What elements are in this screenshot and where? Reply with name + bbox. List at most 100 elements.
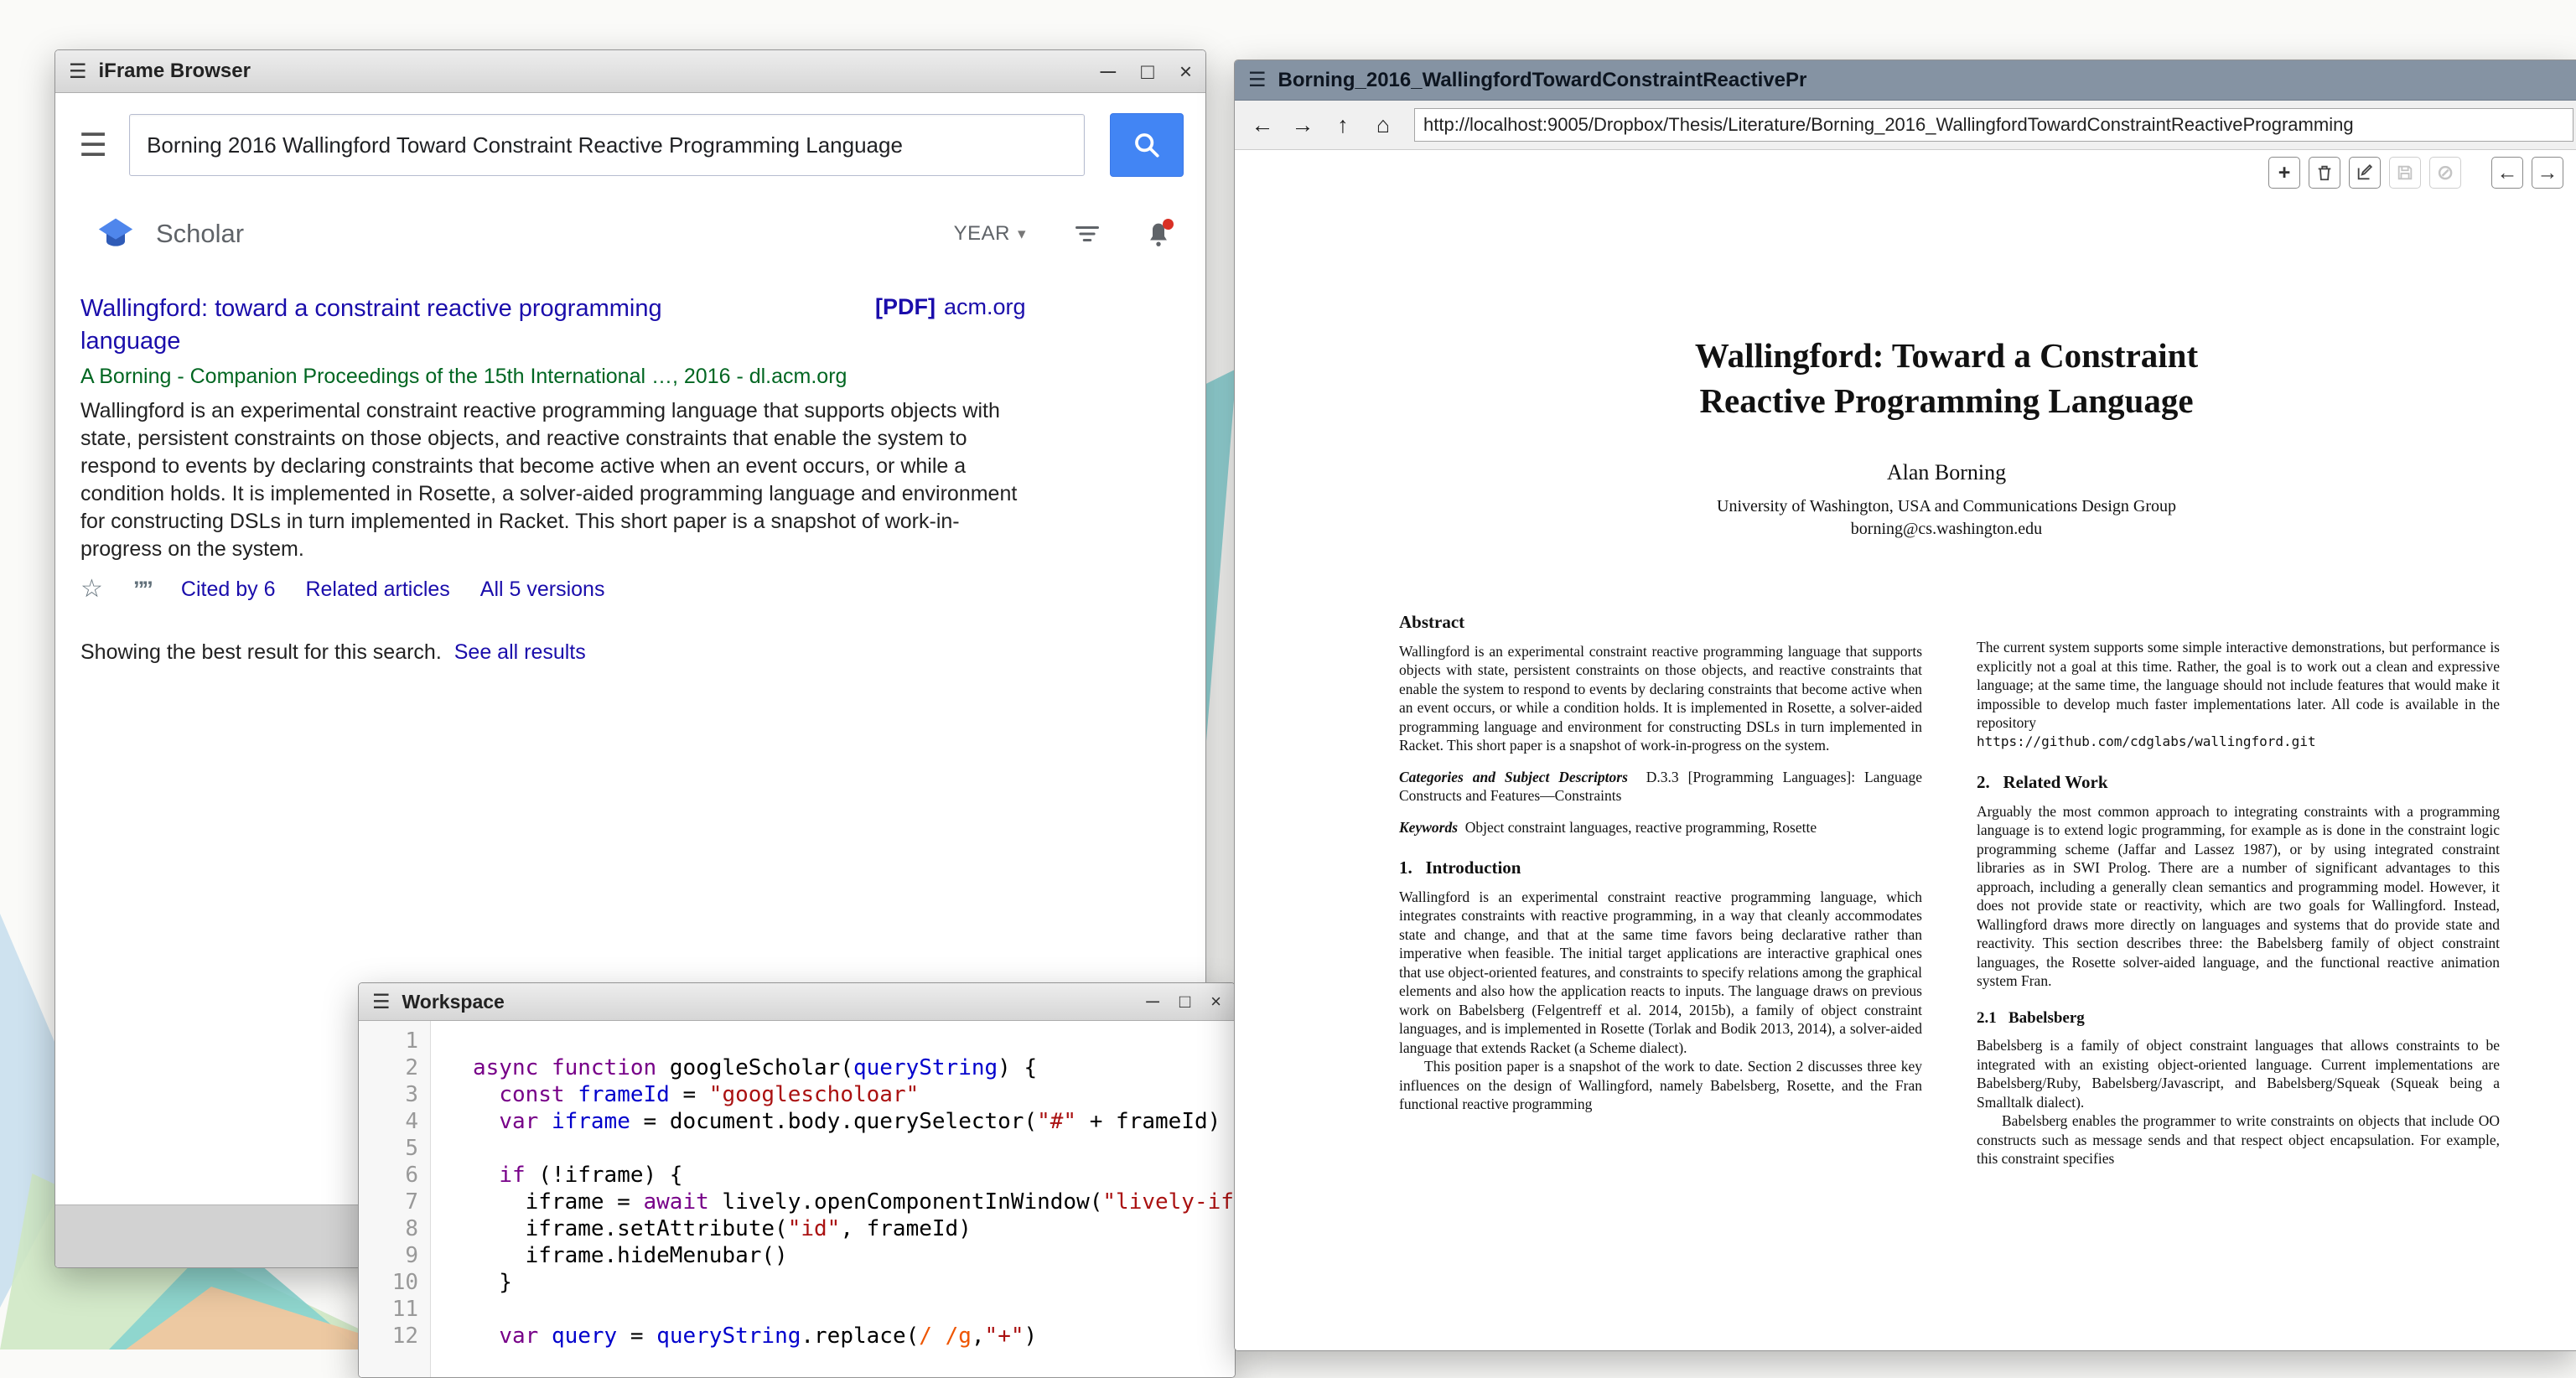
up-icon: ↑	[1337, 112, 1349, 138]
pdf-titlebar[interactable]: ☰ Borning_2016_WallingfordTowardConstrai…	[1235, 60, 2576, 101]
related-articles-link[interactable]: Related articles	[305, 578, 449, 602]
previous-page-button[interactable]: ←	[2491, 157, 2523, 189]
scholar-brand[interactable]: Scholar	[156, 219, 244, 249]
trash-icon	[2315, 163, 2334, 182]
browser-searchbar: ☰	[55, 93, 1205, 190]
up-button[interactable]: ↑	[1325, 107, 1361, 142]
pdf-source-link[interactable]: [PDF] acm.org	[875, 294, 1026, 320]
footer-text: Showing the best result for this search.	[80, 640, 442, 664]
code-line[interactable]	[473, 1135, 1235, 1162]
search-result: Wallingford: toward a constraint reactiv…	[80, 293, 1175, 602]
cited-by-link[interactable]: Cited by 6	[181, 578, 276, 602]
notification-dot	[1163, 219, 1174, 230]
all-versions-link[interactable]: All 5 versions	[480, 578, 605, 602]
scholar-logo-icon[interactable]	[97, 216, 134, 251]
workspace-titlebar[interactable]: ☰ Workspace ─ □ ×	[359, 983, 1235, 1021]
code-line[interactable]: iframe.hideMenubar()	[473, 1242, 1235, 1269]
window-menu-icon[interactable]: ☰	[1248, 68, 1267, 92]
paper-title-line-1: Wallingford: Toward a Constraint	[1248, 333, 2576, 378]
code-line[interactable]	[473, 1028, 1235, 1054]
chevron-down-icon: ▾	[1018, 225, 1026, 244]
line-number: 1	[359, 1028, 418, 1054]
hamburger-menu-icon[interactable]: ☰	[79, 127, 107, 164]
filter-button[interactable]	[1075, 223, 1100, 245]
next-page-button[interactable]: →	[2532, 157, 2563, 189]
search-button[interactable]	[1110, 113, 1184, 177]
pdf-content-area[interactable]: Wallingford: Toward a Constraint Reactiv…	[1235, 195, 2576, 1350]
code-lines[interactable]: async function googleScholar(queryString…	[431, 1021, 1235, 1377]
categories-label: Categories and Subject Descriptors	[1399, 769, 1628, 785]
back-button[interactable]: ←	[1245, 107, 1280, 142]
window-menu-icon[interactable]: ☰	[372, 990, 391, 1014]
paper-left-column: Abstract Wallingford is an experimental …	[1399, 613, 1922, 1168]
line-number: 2	[359, 1054, 418, 1081]
paper-right-column: The current system supports some simple …	[1977, 613, 2500, 1168]
see-all-results-link[interactable]: See all results	[454, 640, 586, 664]
window-title: Borning_2016_WallingfordTowardConstraint…	[1278, 69, 1807, 92]
iframe-browser-titlebar[interactable]: ☰ iFrame Browser ─ □ ×	[55, 50, 1205, 93]
close-icon[interactable]: ×	[1210, 992, 1221, 1011]
year-filter-dropdown[interactable]: YEAR ▾	[954, 222, 1026, 246]
result-title-line-2: language	[80, 325, 835, 358]
cancel-button[interactable]: ⊘	[2429, 157, 2461, 189]
minimize-icon[interactable]: ─	[1101, 60, 1116, 82]
line-number: 10	[359, 1269, 418, 1296]
code-line[interactable]: }	[473, 1269, 1235, 1296]
filter-icon	[1075, 223, 1100, 245]
line-number: 8	[359, 1215, 418, 1242]
categories-line: Categories and Subject Descriptors D.3.3…	[1399, 768, 1922, 806]
delete-button[interactable]	[2309, 157, 2340, 189]
line-number: 7	[359, 1189, 418, 1215]
paper-affiliation: University of Washington, USA and Commun…	[1248, 497, 2576, 516]
search-icon	[1133, 131, 1161, 159]
close-icon[interactable]: ×	[1179, 60, 1192, 82]
code-gutter: 123456789101112	[359, 1021, 431, 1377]
pdf-viewer-window: ☰ Borning_2016_WallingfordTowardConstrai…	[1234, 60, 2576, 1351]
abstract-text: Wallingford is an experimental constrain…	[1399, 642, 1922, 755]
code-line[interactable]: const frameId = "googlescholoar"	[473, 1081, 1235, 1108]
scholar-header: Scholar YEAR ▾	[80, 199, 1175, 269]
code-line[interactable]: if (!iframe) {	[473, 1162, 1235, 1189]
home-button[interactable]: ⌂	[1366, 107, 1401, 142]
edit-button[interactable]	[2349, 157, 2381, 189]
result-snippet: Wallingford is an experimental constrain…	[80, 397, 1026, 563]
babelsberg-heading: 2.1 Babelsberg	[1977, 1009, 2500, 1028]
add-button[interactable]: +	[2268, 157, 2300, 189]
home-icon: ⌂	[1376, 112, 1390, 138]
pdf-navbar: ← → ↑ ⌂	[1235, 101, 2576, 150]
code-line[interactable]: async function googleScholar(queryString…	[473, 1054, 1235, 1081]
next-page-icon: →	[2537, 161, 2558, 185]
forward-button[interactable]: →	[1285, 107, 1320, 142]
code-line[interactable]: var query = queryString.replace(/ /g,"+"…	[473, 1323, 1235, 1350]
year-filter-label: YEAR	[954, 222, 1010, 246]
plus-icon: +	[2278, 161, 2291, 185]
cite-icon[interactable]: ””	[133, 578, 151, 601]
pdf-toolbar: + ⊘ ← →	[1235, 150, 2576, 195]
window-title: iFrame Browser	[99, 60, 251, 83]
url-input[interactable]	[1414, 108, 2573, 142]
save-button[interactable]	[2389, 157, 2421, 189]
code-line[interactable]: iframe = await lively.openComponentInWin…	[473, 1189, 1235, 1215]
line-number: 5	[359, 1135, 418, 1162]
code-editor[interactable]: 123456789101112 async function googleSch…	[359, 1021, 1235, 1377]
minimize-icon[interactable]: ─	[1146, 992, 1159, 1011]
result-actions: ☆ ”” Cited by 6 Related articles All 5 v…	[80, 577, 1175, 602]
repository-url: https://github.com/cdglabs/wallingford.g…	[1977, 733, 2500, 752]
maximize-icon[interactable]: □	[1179, 992, 1190, 1011]
search-input[interactable]	[129, 114, 1085, 176]
result-title-link[interactable]: Wallingford: toward a constraint reactiv…	[80, 293, 835, 358]
code-line[interactable]: var iframe = document.body.querySelector…	[473, 1108, 1235, 1135]
star-icon[interactable]: ☆	[80, 577, 103, 602]
line-number: 11	[359, 1296, 418, 1323]
pdf-source: acm.org	[944, 294, 1026, 319]
code-line[interactable]	[473, 1296, 1235, 1323]
code-line[interactable]: iframe.setAttribute("id", frameId)	[473, 1215, 1235, 1242]
paper-title: Wallingford: Toward a Constraint Reactiv…	[1248, 195, 2576, 423]
notifications-button[interactable]	[1147, 221, 1170, 247]
maximize-icon[interactable]: □	[1141, 60, 1154, 82]
scholar-results: Scholar YEAR ▾	[55, 190, 1205, 665]
window-menu-icon[interactable]: ☰	[69, 60, 87, 84]
pdf-page: Wallingford: Toward a Constraint Reactiv…	[1248, 195, 2576, 1168]
paper-author: Alan Borning	[1248, 460, 2576, 485]
pdf-tag: [PDF]	[875, 294, 936, 319]
